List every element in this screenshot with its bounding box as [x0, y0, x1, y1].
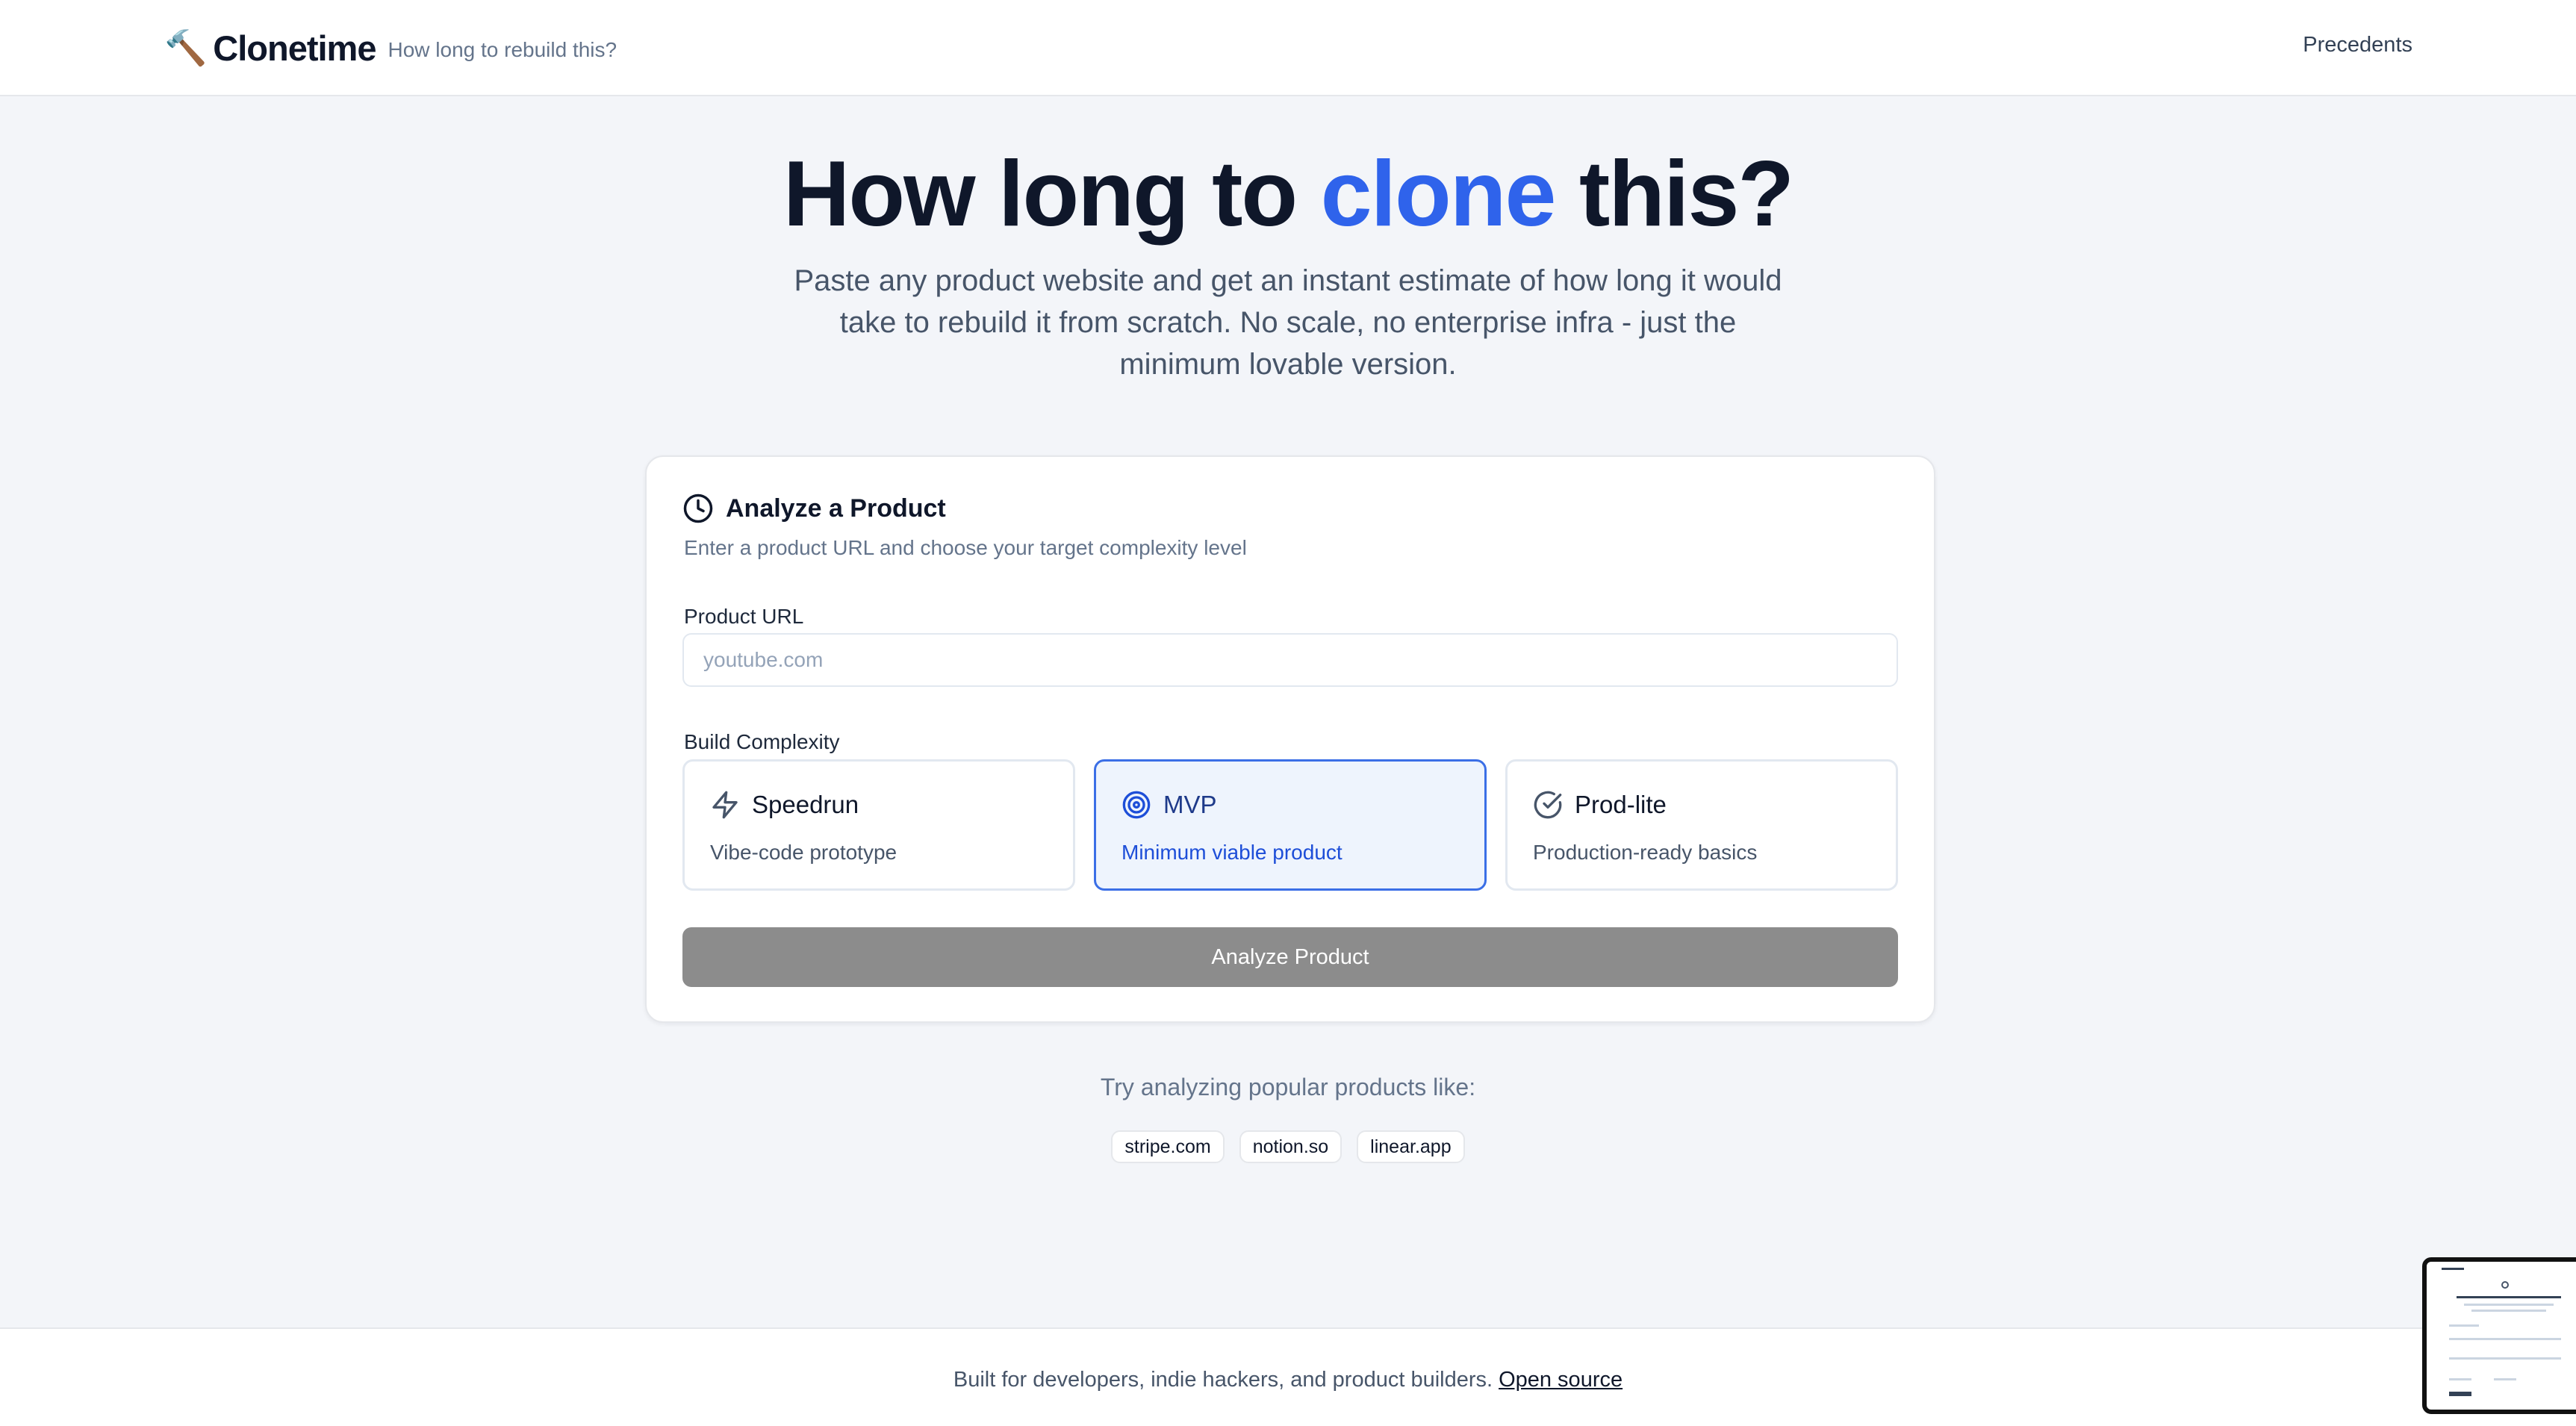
check-circle-icon: [1534, 791, 1562, 819]
option-subtitle: Vibe-code prototype: [710, 841, 897, 864]
examples-label: Try analyzing popular products like:: [1100, 1074, 1476, 1100]
hero-title-post: this?: [1555, 143, 1794, 246]
option-title: Speedrun: [752, 791, 859, 818]
footer: Built for developers, indie hackers, and…: [0, 1327, 2576, 1426]
option-header: Speedrun: [710, 790, 859, 820]
brand[interactable]: 🔨 Clonetime How long to rebuild this?: [164, 27, 617, 69]
example-chip-stripe[interactable]: stripe.com: [1111, 1130, 1225, 1163]
product-url-label: Product URL: [684, 605, 804, 628]
top-header: 🔨 Clonetime How long to rebuild this? Pr…: [0, 0, 2576, 96]
zap-icon: [712, 791, 738, 819]
thumb-line: [2449, 1324, 2479, 1327]
preview-thumbnail[interactable]: [2422, 1257, 2576, 1414]
hero-title-pre: How long to: [783, 143, 1321, 246]
hero-title-accent: clone: [1320, 143, 1557, 246]
option-title: MVP: [1163, 791, 1217, 818]
card-title: Analyze a Product: [726, 494, 946, 523]
hammer-icon: 🔨: [164, 28, 208, 67]
thumb-line: [2449, 1357, 2561, 1360]
product-url-input[interactable]: [682, 633, 1898, 687]
thumb-line: [2449, 1338, 2561, 1340]
option-subtitle: Production-ready basics: [1533, 841, 1758, 864]
card-header: Analyze a Product: [682, 493, 946, 524]
card-description: Enter a product URL and choose your targ…: [684, 536, 1247, 559]
open-source-link[interactable]: Open source: [1499, 1368, 1623, 1392]
thumb-dot: [2501, 1281, 2509, 1289]
clock-icon: [683, 494, 713, 523]
option-header: MVP: [1121, 790, 1217, 820]
option-title: Prod-lite: [1575, 791, 1667, 818]
option-header: Prod-lite: [1533, 790, 1667, 820]
example-chip-linear[interactable]: linear.app: [1357, 1130, 1465, 1163]
option-mvp[interactable]: MVP Minimum viable product: [1094, 759, 1487, 891]
target-icon: [1122, 791, 1151, 819]
option-subtitle: Minimum viable product: [1121, 841, 1343, 864]
thumb-line: [2471, 1310, 2546, 1312]
analyze-product-button[interactable]: Analyze Product: [682, 927, 1898, 987]
thumb-line: [2449, 1392, 2471, 1396]
analyze-card: Analyze a Product Enter a product URL an…: [645, 455, 1935, 1023]
hero-title: How long to clone this?: [0, 142, 2576, 246]
thumb-line: [2457, 1296, 2561, 1298]
build-complexity-label: Build Complexity: [684, 730, 840, 753]
brand-name: Clonetime: [213, 28, 376, 68]
footer-text: Built for developers, indie hackers, and…: [0, 1368, 2576, 1392]
option-prod-lite[interactable]: Prod-lite Production-ready basics: [1505, 759, 1898, 891]
thumb-line: [2449, 1378, 2471, 1380]
page: 🔨 Clonetime How long to rebuild this? Pr…: [0, 0, 2576, 1426]
example-chips: stripe.com notion.so linear.app: [0, 1130, 2576, 1163]
hero-subtitle: Paste any product website and get an ins…: [794, 264, 1782, 381]
thumb-line: [2494, 1378, 2516, 1380]
thumb-line: [2442, 1268, 2464, 1270]
thumb-line: [2464, 1304, 2554, 1306]
footer-tagline: Built for developers, indie hackers, and…: [953, 1368, 1493, 1392]
brand-tagline: How long to rebuild this?: [388, 38, 617, 61]
nav-link-precedents[interactable]: Precedents: [2303, 33, 2412, 57]
option-speedrun[interactable]: Speedrun Vibe-code prototype: [682, 759, 1075, 891]
example-chip-notion[interactable]: notion.so: [1239, 1130, 1343, 1163]
